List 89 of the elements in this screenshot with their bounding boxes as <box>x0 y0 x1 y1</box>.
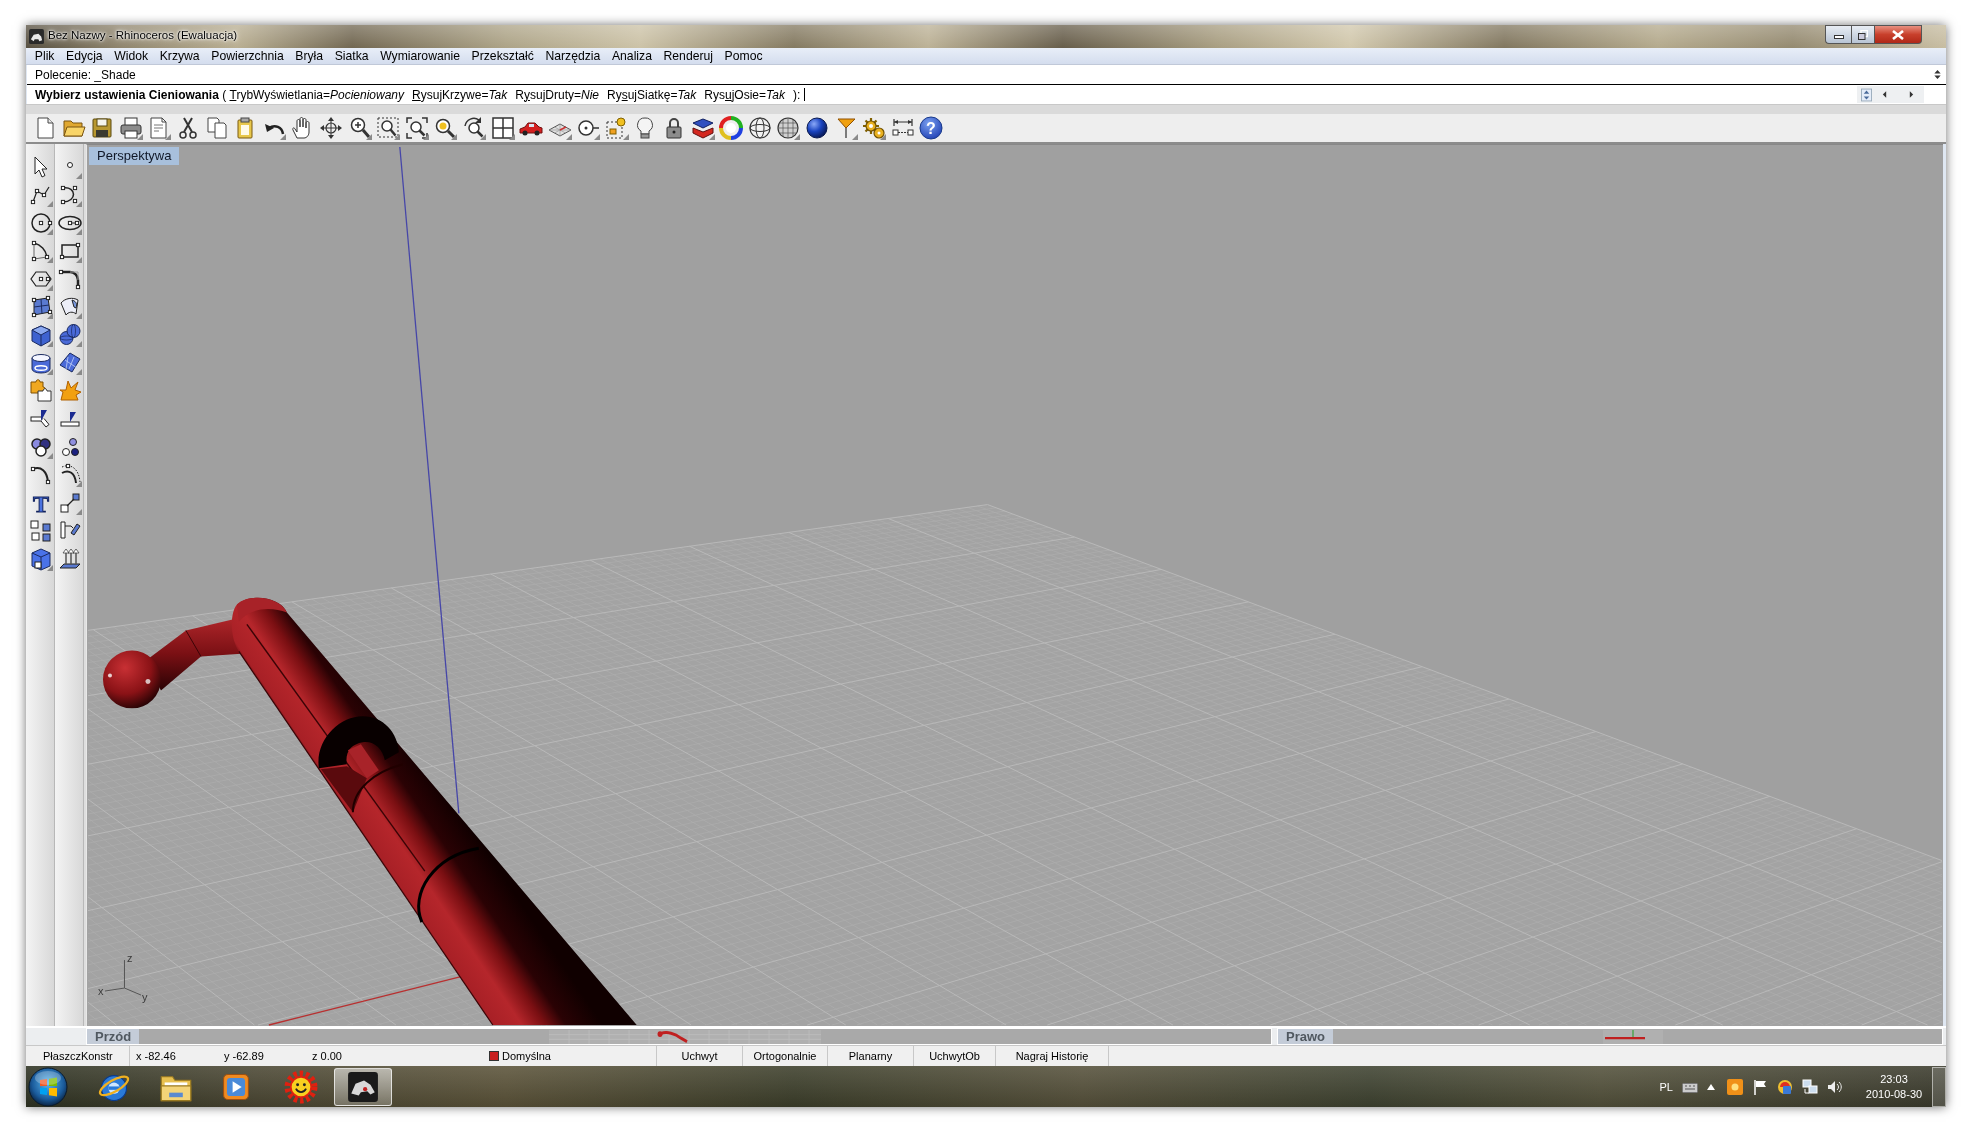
taskbar-button[interactable] <box>334 1067 392 1106</box>
menu-item[interactable]: Edycja <box>60 49 109 63</box>
menu-item[interactable]: Plik <box>29 49 61 63</box>
crosshair-arrows-icon[interactable] <box>318 116 343 140</box>
restore-icon <box>1858 29 1868 40</box>
zoom-extents-icon[interactable] <box>404 116 429 140</box>
perspective-viewport[interactable]: Perspektywa z x y <box>86 144 1943 1026</box>
start-orb-icon[interactable] <box>28 1066 68 1107</box>
surface-points-icon[interactable] <box>29 295 53 319</box>
tray-app-icon[interactable] <box>1777 1078 1793 1095</box>
window-title: Bez Nazwy - Rhinoceros (Ewaluacja) <box>48 29 238 41</box>
selection-icon[interactable] <box>604 116 629 140</box>
zoom-selected-icon[interactable] <box>433 116 458 140</box>
menu-item[interactable]: Krzywa <box>153 49 206 63</box>
layer-button[interactable]: Domyślna <box>489 1050 551 1062</box>
axis-label: y <box>141 991 148 1004</box>
spinner-arrows-icon[interactable] <box>1861 87 1872 102</box>
minimize-button[interactable] <box>1825 25 1851 44</box>
viewport-tab[interactable]: Prawo <box>1278 1029 1333 1044</box>
viewport-title-tab[interactable]: Perspektywa <box>89 147 180 165</box>
spheres-icon[interactable] <box>58 323 82 347</box>
command-history: Polecenie: _Shade <box>35 67 136 82</box>
viewport-tab[interactable]: Przód <box>87 1029 140 1044</box>
curve-icon[interactable] <box>58 183 82 207</box>
surface-icon[interactable] <box>58 295 82 319</box>
app-icon <box>347 1070 379 1103</box>
menu-item[interactable]: Przekształć <box>465 49 540 63</box>
wireframe-sphere-icon[interactable] <box>747 116 772 140</box>
language-indicator[interactable]: PL <box>1659 1080 1673 1093</box>
box-icon[interactable] <box>29 323 53 347</box>
solid-box-icon[interactable] <box>29 547 53 571</box>
restore-button[interactable] <box>1851 25 1875 44</box>
sun-face-icon[interactable] <box>284 1069 318 1104</box>
close-button[interactable] <box>1875 25 1922 44</box>
axis-label: x <box>98 985 104 998</box>
right-arrow-icon[interactable] <box>1909 90 1914 99</box>
network-icon[interactable] <box>1802 1078 1818 1095</box>
explosion-icon[interactable] <box>58 379 82 403</box>
gears-icon[interactable] <box>862 116 887 140</box>
puzzle-icon[interactable] <box>29 379 53 403</box>
menu-item[interactable]: Bryła <box>289 49 329 63</box>
scroll-arrows-icon[interactable] <box>1933 68 1942 81</box>
layers-icon[interactable] <box>690 116 715 140</box>
menu-item[interactable]: Widok <box>108 49 154 63</box>
circle-icon[interactable] <box>29 211 53 235</box>
circles-icon[interactable] <box>29 435 53 459</box>
rotate-view-icon[interactable] <box>461 116 486 140</box>
y-coordinate: y -62.89 <box>224 1050 264 1062</box>
arrows-up-icon[interactable] <box>58 547 82 571</box>
sphere-icon[interactable] <box>805 116 830 140</box>
print-icon[interactable] <box>118 116 143 140</box>
z-coordinate: z 0.00 <box>312 1050 342 1062</box>
x-coordinate: x -82.46 <box>136 1050 176 1062</box>
text-cursor <box>804 88 806 101</box>
color-wheel-icon[interactable] <box>719 116 744 140</box>
scale-icon[interactable] <box>58 491 82 515</box>
show-desktop-button[interactable] <box>1932 1066 1946 1107</box>
flag-icon[interactable] <box>1752 1078 1768 1095</box>
menu-item[interactable]: Wymiarowanie <box>374 49 466 63</box>
axis-label: z <box>127 952 133 965</box>
menu-item[interactable]: Pomoc <box>718 49 769 63</box>
array-icon[interactable] <box>29 519 53 543</box>
text-tool-button[interactable]: T <box>29 491 53 515</box>
show-hidden-icons-icon[interactable] <box>1707 1083 1715 1090</box>
clock-time[interactable]: 23:03 <box>1880 1071 1908 1087</box>
copy-icon[interactable] <box>204 116 229 140</box>
keyboard-icon[interactable] <box>1682 1080 1698 1093</box>
menu-item[interactable]: Siatka <box>328 49 375 63</box>
mesh-icon[interactable] <box>58 351 82 375</box>
sun-badge-icon[interactable] <box>1727 1078 1743 1095</box>
left-arrow-icon[interactable] <box>1882 90 1887 99</box>
save-icon[interactable] <box>90 116 115 140</box>
close-icon <box>1892 29 1904 40</box>
minimize-icon <box>1833 34 1844 39</box>
menu-item[interactable]: Powierzchnia <box>205 49 290 63</box>
fillet-icon[interactable] <box>58 267 82 291</box>
cplane-label[interactable]: PłaszczKonstr <box>43 1050 113 1062</box>
help-button[interactable]: ? <box>919 116 944 140</box>
four-viewports-icon[interactable] <box>490 116 515 140</box>
clock-date[interactable]: 2010-08-30 <box>1865 1086 1923 1102</box>
app-icon[interactable] <box>29 29 44 44</box>
grid-sphere-icon[interactable] <box>776 116 801 140</box>
menu-item[interactable]: Narzędzia <box>539 49 607 63</box>
menu-item[interactable]: Analiza <box>606 49 658 63</box>
layer-color-icon <box>489 1051 499 1061</box>
arc-icon[interactable] <box>29 239 53 263</box>
menu-item[interactable]: Renderuj <box>657 49 719 63</box>
zoom-window-icon[interactable] <box>376 116 401 140</box>
cylinder-icon[interactable] <box>29 351 53 375</box>
